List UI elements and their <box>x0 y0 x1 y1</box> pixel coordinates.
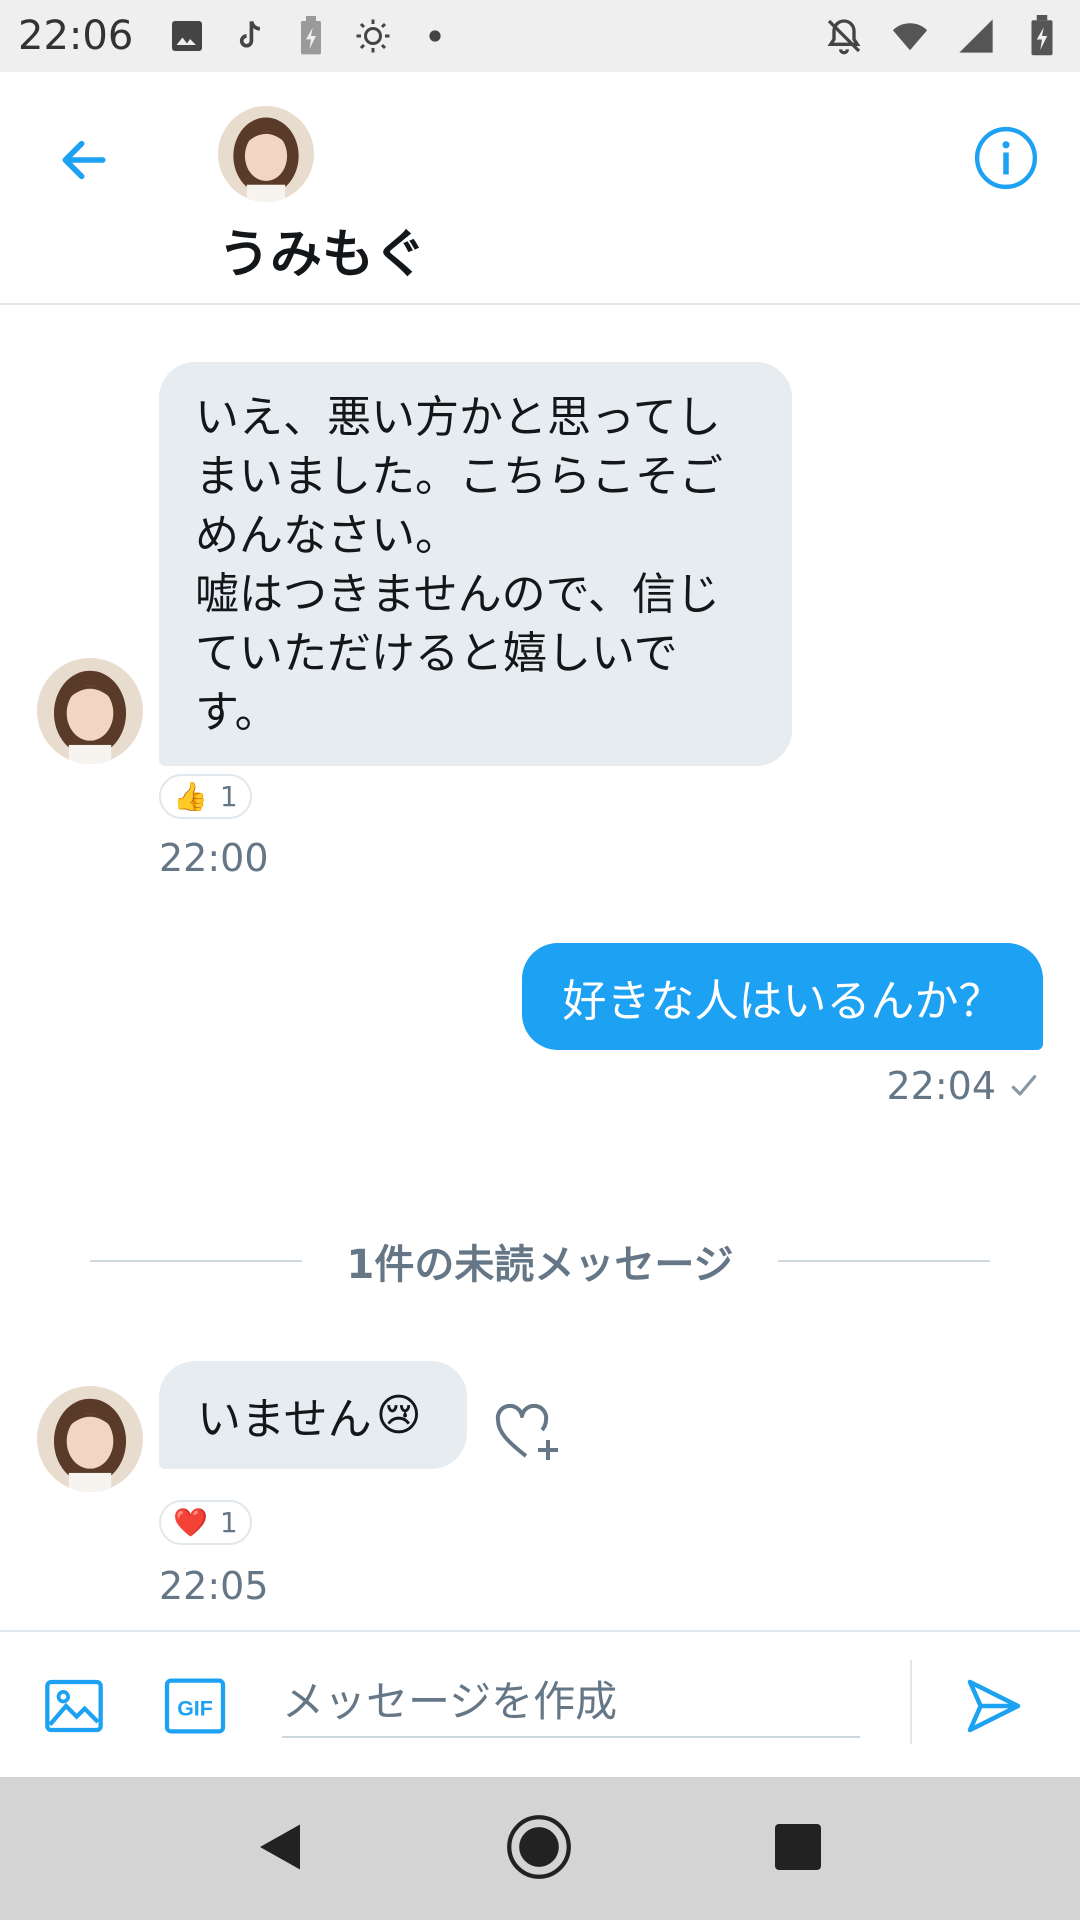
composer-separator <box>910 1660 912 1744</box>
reaction-badge[interactable]: ❤️ 1 <box>159 1500 252 1545</box>
message-time: 22:04 <box>886 1064 996 1108</box>
reaction-count: 1 <box>219 780 238 813</box>
send-icon <box>967 1679 1021 1733</box>
divider-line <box>777 1260 991 1262</box>
send-button[interactable] <box>962 1674 1026 1738</box>
add-gif-button[interactable]: GIF <box>162 1674 228 1738</box>
circle-home-icon <box>507 1815 571 1879</box>
info-button[interactable] <box>970 122 1042 194</box>
brightness-icon <box>353 16 393 56</box>
message-composer: GIF メッセージを作成 <box>0 1630 1080 1777</box>
add-reaction-button[interactable] <box>492 1400 564 1464</box>
message-time: 22:00 <box>159 836 269 880</box>
header-avatar[interactable] <box>218 106 314 202</box>
heart-plus-icon <box>495 1403 558 1460</box>
unread-divider-label: 1件の未読メッセージ <box>346 1242 734 1288</box>
contact-name[interactable]: うみもぐ <box>218 212 426 287</box>
arrow-left-icon <box>62 140 106 180</box>
add-image-button[interactable] <box>42 1674 106 1738</box>
crying-face-icon: 😢 <box>375 1389 422 1441</box>
conversation-header: うみもぐ <box>0 72 1080 305</box>
triangle-back-icon <box>260 1824 300 1870</box>
wifi-icon <box>890 16 930 56</box>
dot-icon <box>415 16 455 56</box>
nav-back-button[interactable] <box>250 1817 310 1877</box>
info-icon <box>974 126 1038 190</box>
tiktok-icon <box>229 16 269 56</box>
unread-divider: 1件の未読メッセージ <box>90 1232 991 1290</box>
signal-icon <box>956 16 996 56</box>
message-time: 22:05 <box>159 1564 269 1608</box>
sender-avatar[interactable] <box>37 658 143 764</box>
nav-home-button[interactable] <box>505 1813 573 1881</box>
outgoing-message-bubble[interactable]: 好きな人はいるんか？ <box>522 943 1043 1050</box>
notifications-off-icon <box>824 16 864 56</box>
status-left-icons <box>167 16 455 56</box>
reaction-count: 1 <box>219 1506 238 1539</box>
status-bar: 22:06 <box>0 0 1080 72</box>
message-input[interactable]: メッセージを作成 <box>282 1660 860 1738</box>
image-icon <box>45 1679 103 1733</box>
gif-icon: GIF <box>164 1678 226 1734</box>
heart-icon: ❤️ <box>173 1506 208 1539</box>
svg-text:GIF: GIF <box>177 1696 213 1720</box>
system-nav-bar <box>0 1777 1080 1920</box>
status-right-icons <box>824 15 1062 56</box>
battery-saver-icon <box>291 16 331 56</box>
status-time: 22:06 <box>18 13 134 59</box>
reaction-badge[interactable]: 👍 1 <box>159 774 252 819</box>
nav-recents-button[interactable] <box>775 1824 821 1870</box>
image-icon <box>167 16 207 56</box>
back-button[interactable] <box>48 124 120 196</box>
thumbs-up-icon: 👍 <box>173 780 208 813</box>
incoming-message-bubble[interactable]: いえ、悪い方かと思ってし まいました。こちらこそご めんなさい。 嘘はつきません… <box>159 362 792 766</box>
message-text: いません <box>197 1394 372 1445</box>
divider-line <box>90 1260 303 1262</box>
sender-avatar[interactable] <box>37 1386 143 1492</box>
battery-charging-icon <box>1022 15 1062 56</box>
check-icon <box>1011 1075 1037 1096</box>
incoming-message-bubble[interactable]: いません 😢 <box>159 1361 467 1469</box>
message-meta: 22:04 <box>886 1064 1040 1108</box>
